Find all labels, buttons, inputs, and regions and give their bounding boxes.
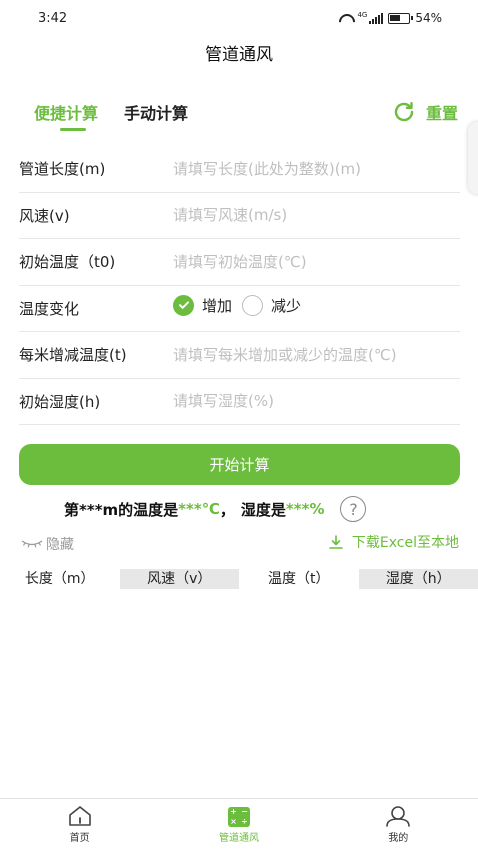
battery-percent: 54% bbox=[415, 11, 442, 25]
form-row-initial-humidity: 初始湿度(h) bbox=[19, 379, 460, 425]
tab-quick-calc[interactable]: 便捷计算 bbox=[34, 100, 98, 131]
hide-label: 隐藏 bbox=[46, 537, 74, 553]
radio-increase-label: 增加 bbox=[202, 296, 233, 315]
form-row-length: 管道长度(m) bbox=[19, 146, 460, 193]
temp-per-meter-label: 每米增减温度(t) bbox=[19, 346, 127, 365]
result-temp-value: ***℃ bbox=[178, 500, 220, 518]
calc-mode-tabs: 便捷计算 手动计算 bbox=[34, 100, 188, 131]
form-row-temp-per-meter: 每米增减温度(t) bbox=[19, 332, 460, 379]
status-time: 3:42 bbox=[38, 10, 68, 26]
result-humidity-label: 湿度是 bbox=[240, 500, 286, 519]
nav-item-mine[interactable]: 我的 bbox=[319, 799, 478, 850]
initial-humidity-input[interactable] bbox=[173, 392, 460, 411]
nav-item-duct-ventilation[interactable]: + − × ÷ 管道通风 bbox=[159, 799, 318, 850]
result-humidity-value: ***% bbox=[285, 500, 325, 518]
empty-circle-icon bbox=[242, 294, 264, 316]
radio-increase[interactable]: 增加 bbox=[173, 294, 233, 316]
check-circle-icon bbox=[173, 294, 194, 316]
battery-icon bbox=[388, 12, 414, 24]
results-table-header: 长度（m） 风速（v） 温度（t） 湿度（h） bbox=[0, 569, 478, 589]
tab-manual-calc[interactable]: 手动计算 bbox=[124, 100, 188, 124]
length-label: 管道长度(m) bbox=[19, 160, 106, 179]
result-separator: ， bbox=[219, 500, 235, 519]
col-header-humidity: 湿度（h） bbox=[358, 569, 478, 589]
reset-label: 重置 bbox=[425, 104, 458, 123]
start-calc-button[interactable]: 开始计算 bbox=[19, 444, 460, 485]
reset-button[interactable]: 重置 bbox=[392, 100, 458, 124]
nav-mine-label: 我的 bbox=[388, 833, 409, 844]
col-header-temperature: 温度（t） bbox=[268, 571, 330, 587]
refresh-icon bbox=[394, 102, 414, 122]
network-type: 4G bbox=[357, 11, 368, 19]
form-row-temp-change: 温度变化 增加 减少 bbox=[19, 286, 460, 332]
wifi-icon bbox=[338, 13, 352, 24]
download-icon bbox=[329, 535, 343, 549]
form-row-wind-speed: 风速(v) bbox=[19, 193, 460, 239]
wind-speed-input[interactable] bbox=[173, 206, 460, 225]
user-icon bbox=[386, 806, 411, 827]
length-input[interactable] bbox=[173, 159, 460, 178]
initial-humidity-label: 初始湿度(h) bbox=[19, 392, 101, 411]
initial-temp-input[interactable] bbox=[173, 252, 460, 271]
status-bar: 3:42 4G 54% bbox=[0, 0, 478, 36]
col-header-wind-speed: 风速（v） bbox=[119, 569, 239, 589]
home-icon bbox=[68, 806, 91, 826]
radio-decrease[interactable]: 减少 bbox=[242, 294, 302, 316]
initial-temp-label: 初始温度（t0) bbox=[19, 253, 116, 272]
temp-change-radio-group: 增加 减少 bbox=[173, 294, 302, 316]
download-excel-button[interactable]: 下载Excel至本地 bbox=[328, 532, 459, 552]
wind-speed-label: 风速(v) bbox=[19, 206, 70, 225]
radio-decrease-label: 减少 bbox=[271, 296, 302, 315]
hide-button[interactable]: 隐藏 bbox=[20, 534, 74, 554]
bottom-nav: 首页 + − × ÷ 管道通风 我的 bbox=[0, 798, 478, 850]
temp-per-meter-input[interactable] bbox=[173, 345, 460, 364]
nav-item-home[interactable]: 首页 bbox=[0, 799, 159, 850]
calculator-icon: + − × ÷ bbox=[227, 807, 250, 827]
battery-level bbox=[390, 14, 400, 21]
nav-duct-ventilation-label: 管道通风 bbox=[218, 833, 259, 844]
side-drawer-handle[interactable] bbox=[468, 122, 478, 194]
eye-closed-icon bbox=[21, 540, 43, 548]
page-title: 管道通风 bbox=[205, 45, 273, 65]
result-prefix: 第***m的温度是 bbox=[64, 500, 179, 519]
input-form: 管道长度(m) 风速(v) 初始温度（t0) 温度变化 增加 减少 每米增减温度… bbox=[19, 146, 460, 425]
help-icon[interactable]: ? bbox=[340, 496, 367, 522]
nav-home-label: 首页 bbox=[69, 833, 90, 844]
download-label: 下载Excel至本地 bbox=[351, 535, 459, 551]
signal-icon bbox=[369, 12, 384, 24]
status-icons: 4G 54% bbox=[338, 11, 442, 25]
col-header-length: 长度（m） bbox=[24, 571, 95, 587]
result-summary: 第***m的温度是 ***℃ ， 湿度是 ***% ? bbox=[64, 496, 367, 522]
form-row-initial-temp: 初始温度（t0) bbox=[19, 239, 460, 286]
temp-change-label: 温度变化 bbox=[19, 299, 80, 318]
